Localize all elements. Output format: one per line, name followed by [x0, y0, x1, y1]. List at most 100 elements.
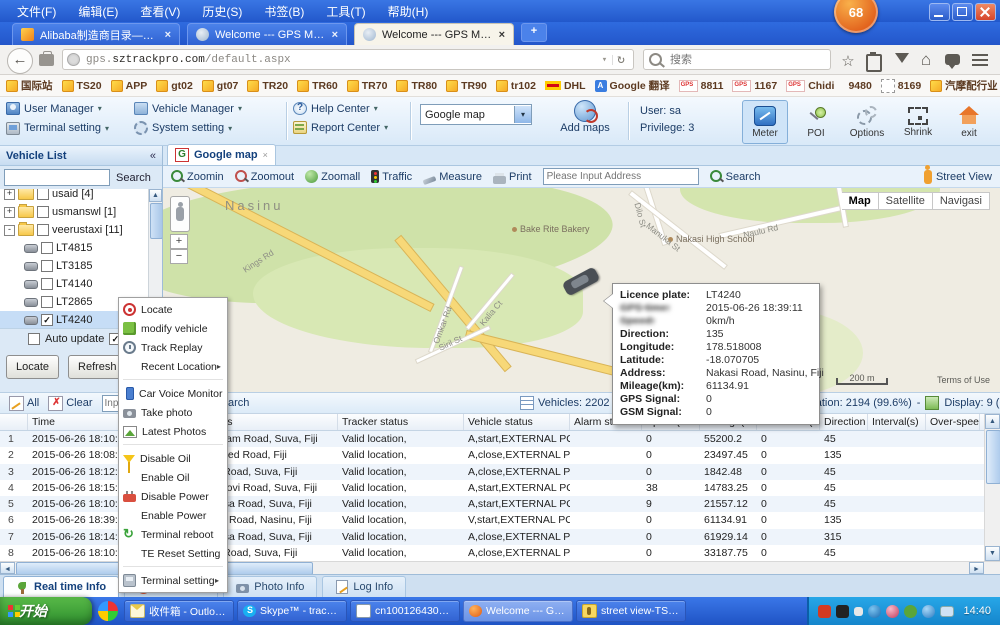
map-tool-button[interactable]: Print: [493, 170, 532, 183]
search-input[interactable]: [668, 53, 825, 67]
tree-item[interactable]: - veerustaxi [11]: [0, 221, 162, 239]
toolbar-action-button[interactable]: Shrink: [895, 100, 941, 144]
tree-item-label[interactable]: LT2865: [56, 296, 93, 308]
toolbar-action-button[interactable]: POI: [793, 100, 839, 144]
tree-item-label[interactable]: veerustaxi [11]: [52, 224, 123, 236]
map-zoom-in-button[interactable]: +: [170, 234, 188, 249]
google-map-tab[interactable]: G Google map ×: [167, 144, 276, 165]
bookmark-item[interactable]: TR60: [297, 80, 338, 92]
taskbar-task-button[interactable]: 收件箱 - Outlook ..: [124, 600, 234, 622]
quick-launch-icon[interactable]: [98, 601, 118, 621]
street-view-pegman-control[interactable]: [170, 196, 190, 232]
tree-scroll-thumb[interactable]: [150, 203, 162, 239]
context-menu-item[interactable]: Disable Power: [119, 487, 227, 506]
vehicle-checkbox[interactable]: [41, 242, 53, 254]
restore-button[interactable]: [952, 3, 973, 21]
select-all-button[interactable]: All: [9, 396, 39, 411]
bookmark-item[interactable]: gt02: [156, 80, 193, 92]
info-tab[interactable]: Log Info: [322, 576, 406, 597]
vehicle-checkbox[interactable]: [37, 206, 49, 218]
map-canvas[interactable]: Nasinu Bake Rite Bakery Nakasi High Scho…: [163, 188, 1000, 392]
scroll-left-icon[interactable]: ◄: [0, 562, 15, 574]
menu-item[interactable]: 书签(B): [253, 1, 315, 22]
tree-item[interactable]: LT4140: [0, 275, 162, 293]
context-menu-item[interactable]: [123, 566, 223, 568]
vehicle-search-input[interactable]: [4, 169, 110, 186]
menu-item[interactable]: 帮助(H): [377, 1, 440, 22]
map-provider-select[interactable]: Google map ▾: [420, 104, 532, 125]
context-menu-item[interactable]: Locate: [119, 300, 227, 319]
tray-eject-icon[interactable]: [854, 607, 863, 616]
vehicle-checkbox[interactable]: [37, 224, 49, 236]
tree-item-label[interactable]: LT4140: [56, 278, 93, 290]
tray-network-icon[interactable]: [940, 606, 954, 617]
tree-expander-icon[interactable]: +: [4, 207, 15, 218]
map-search-button[interactable]: Search: [710, 170, 761, 183]
bookmark-item[interactable]: 国际站: [6, 78, 53, 93]
new-tab-button[interactable]: +: [521, 23, 547, 42]
context-menu-item[interactable]: Enable Oil: [119, 468, 227, 487]
table-header-cell[interactable]: Interval(s): [868, 414, 926, 430]
map-address-input[interactable]: [543, 168, 699, 185]
menu-item[interactable]: 编辑(E): [67, 1, 129, 22]
tree-item-label[interactable]: LT4815: [56, 242, 93, 254]
hamburger-menu-icon[interactable]: [972, 54, 988, 56]
bookmark-item[interactable]: TR80: [396, 80, 437, 92]
context-menu-item[interactable]: TE Reset Setting: [119, 544, 227, 563]
chat-icon[interactable]: [945, 54, 960, 65]
system-setting-menu[interactable]: System setting▾: [134, 121, 284, 135]
bookmark-item[interactable]: 汽摩配行业: [930, 78, 998, 93]
table-header-cell[interactable]: Vehicle status: [464, 414, 570, 430]
tray-help-icon[interactable]: [836, 605, 849, 618]
browser-tab[interactable]: Welcome --- GPS Monitor Cen… ×: [354, 23, 514, 45]
map-type-button[interactable]: Map: [842, 192, 879, 210]
reload-icon[interactable]: ↻: [613, 52, 629, 67]
info-tab[interactable]: Photo Info: [223, 576, 317, 597]
bookmark-item[interactable]: tr102: [496, 80, 536, 92]
table-vertical-scrollbar[interactable]: ▲ ▼: [984, 414, 1000, 561]
terminal-setting-menu[interactable]: Terminal setting▾: [6, 121, 134, 135]
tree-item[interactable]: + usaid [4]: [0, 189, 162, 203]
close-button[interactable]: [975, 3, 996, 21]
tree-item-label[interactable]: LT3185: [56, 260, 93, 272]
tray-messenger-icon[interactable]: [886, 605, 899, 618]
scroll-down-icon[interactable]: ▼: [985, 546, 1000, 561]
bookmark-item[interactable]: TR20: [247, 80, 288, 92]
context-menu-item[interactable]: Terminal setting ▸: [119, 571, 227, 590]
map-tool-button[interactable]: Traffic: [371, 170, 412, 183]
tree-item-label[interactable]: usaid [4]: [52, 189, 94, 200]
menu-item[interactable]: 历史(S): [191, 1, 253, 22]
help-center-menu[interactable]: Help Center▾: [293, 102, 388, 115]
context-menu-item[interactable]: modify vehicle: [119, 319, 227, 338]
taskbar-task-button[interactable]: Skype™ - trackpro18: [237, 600, 347, 622]
vehicle-checkbox[interactable]: [41, 260, 53, 272]
taskbar-task-button[interactable]: street view-TS20...: [576, 600, 686, 622]
street-view-button[interactable]: Street View: [924, 170, 992, 184]
map-tool-button[interactable]: Zoomin: [171, 170, 224, 183]
tab-close-icon[interactable]: ×: [332, 29, 338, 41]
bookmark-item[interactable]: Google 翻译: [595, 78, 670, 93]
table-header-cell[interactable]: Tracker status: [338, 414, 464, 430]
scroll-up-icon[interactable]: ▲: [149, 189, 162, 202]
bookmark-item[interactable]: gt07: [202, 80, 239, 92]
bookmark-item[interactable]: TR90: [446, 80, 487, 92]
user-manager-menu[interactable]: User Manager▾: [6, 102, 134, 115]
bookmark-item[interactable]: APP: [111, 80, 148, 92]
scroll-up-icon[interactable]: ▲: [985, 414, 1000, 429]
map-tool-button[interactable]: Zoomout: [235, 170, 294, 183]
browser-tab[interactable]: Welcome --- GPS Monitor Cen… ×: [187, 23, 347, 45]
vehicle-checkbox[interactable]: [37, 189, 49, 200]
tab-close-icon[interactable]: ×: [165, 29, 171, 41]
menu-item[interactable]: 工具(T): [315, 1, 376, 22]
menu-item[interactable]: 文件(F): [6, 1, 67, 22]
address-bar[interactable]: gps.sztrackpro.com/default.aspx ▾ ↻: [62, 49, 634, 70]
context-menu-item[interactable]: [123, 444, 223, 446]
tray-browser-icon[interactable]: [868, 605, 881, 618]
context-menu-item[interactable]: Enable Power: [119, 506, 227, 525]
tree-item[interactable]: + usmanswl [1]: [0, 203, 162, 221]
select-arrow-icon[interactable]: ▾: [514, 106, 531, 123]
tree-expander-icon[interactable]: +: [4, 189, 15, 200]
context-menu-item[interactable]: Track Replay: [119, 338, 227, 357]
taskbar-task-button[interactable]: cn1001264309-Tra...: [350, 600, 460, 622]
map-type-button[interactable]: Satellite: [879, 192, 933, 210]
